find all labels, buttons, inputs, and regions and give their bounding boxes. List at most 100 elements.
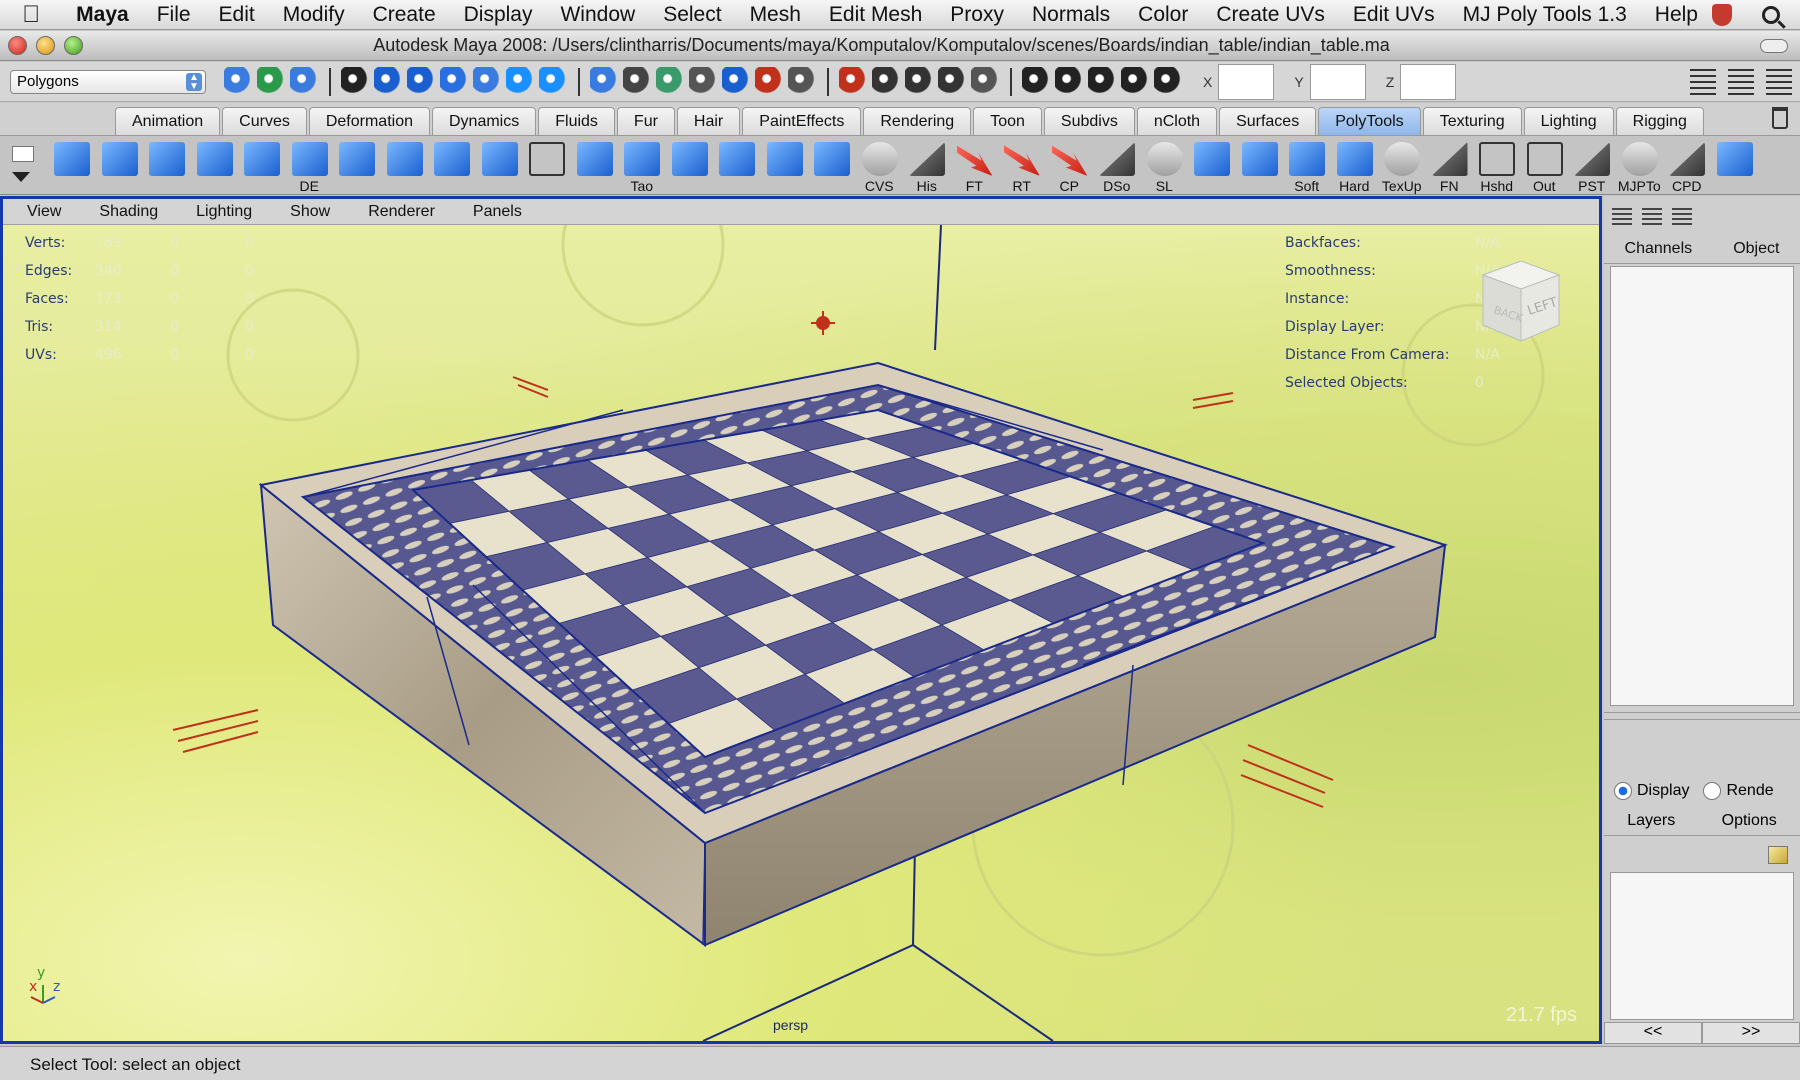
- highlight-selection-icon[interactable]: [623, 67, 652, 96]
- magnet-icon[interactable]: [938, 67, 967, 96]
- help-icon[interactable]: [539, 67, 568, 96]
- shelf-button-tool-25[interactable]: [1236, 138, 1284, 194]
- menu-edit-mesh[interactable]: Edit Mesh: [815, 3, 936, 27]
- object-menu[interactable]: Object: [1733, 240, 1779, 263]
- select-by-object-icon[interactable]: [257, 67, 286, 96]
- minimize-window-button[interactable]: [36, 36, 55, 55]
- shelf-tab-fluids[interactable]: Fluids: [538, 107, 615, 135]
- channels-menu[interactable]: Channels: [1625, 240, 1693, 263]
- channel-box-mode-icon[interactable]: [1612, 208, 1632, 228]
- apple-menu-icon[interactable]: : [0, 1, 62, 29]
- shelf-tab-surfaces[interactable]: Surfaces: [1219, 107, 1317, 135]
- menu-create[interactable]: Create: [359, 3, 450, 27]
- shelf-button-soft[interactable]: Soft: [1283, 138, 1331, 194]
- shelf-button-cpd[interactable]: CPD: [1663, 138, 1711, 194]
- shelf-button-tool-24[interactable]: [1188, 138, 1236, 194]
- panel-menu-lighting[interactable]: Lighting: [172, 203, 266, 221]
- shelf-button-rt[interactable]: RT: [998, 138, 1046, 194]
- channel-list[interactable]: [1610, 266, 1794, 706]
- perspective-viewport[interactable]: x y z Verts: 169 0 0 Edges: 340 0 0 Faces: 173 0 0 T…: [3, 225, 1599, 1041]
- panel-menu-show[interactable]: Show: [266, 203, 344, 221]
- render-globals-icon[interactable]: [1088, 67, 1117, 96]
- shelf-button-hard[interactable]: Hard: [1331, 138, 1379, 194]
- construction-history-icon[interactable]: [722, 67, 751, 96]
- panel-splitter[interactable]: [1604, 712, 1800, 720]
- panel-menu-panels[interactable]: Panels: [449, 203, 536, 221]
- menu-file[interactable]: File: [143, 3, 205, 27]
- shelf-button-cp[interactable]: CP: [1046, 138, 1094, 194]
- snap-grid-icon[interactable]: [374, 67, 403, 96]
- lock-selection-icon[interactable]: [341, 67, 370, 96]
- zoom-window-button[interactable]: [64, 36, 83, 55]
- shelf-button-tool-6[interactable]: [333, 138, 381, 194]
- shelf-tab-painteffects[interactable]: PaintEffects: [742, 107, 862, 135]
- render-sequence-icon[interactable]: [1022, 67, 1051, 96]
- shelf-tab-animation[interactable]: Animation: [115, 107, 221, 135]
- shelf-tab-deformation[interactable]: Deformation: [308, 107, 430, 135]
- shelf-button-tao[interactable]: Tao: [618, 138, 666, 194]
- shelf-button-tool-10[interactable]: [523, 138, 571, 194]
- menu-edit-uvs[interactable]: Edit UVs: [1339, 3, 1449, 27]
- new-layer-icon[interactable]: [1768, 846, 1788, 864]
- shelf-button-hshd[interactable]: Hshd: [1473, 138, 1521, 194]
- layer-list[interactable]: [1610, 872, 1794, 1020]
- snap-view-icon[interactable]: [473, 67, 502, 96]
- shelf-button-tool-0[interactable]: [48, 138, 96, 194]
- z-field[interactable]: [1400, 63, 1457, 100]
- shelf-tab-curves[interactable]: Curves: [222, 107, 307, 135]
- menu-normals[interactable]: Normals: [1018, 3, 1124, 27]
- options-menu[interactable]: Options: [1722, 812, 1777, 835]
- shelf-tab-ncloth[interactable]: nCloth: [1136, 107, 1218, 135]
- menu-maya[interactable]: Maya: [62, 3, 143, 27]
- panel-menu-view[interactable]: View: [3, 203, 75, 221]
- shelf-button-tool-9[interactable]: [476, 138, 524, 194]
- shelf-button-tool-8[interactable]: [428, 138, 476, 194]
- render-frame-icon[interactable]: [971, 67, 1000, 96]
- shelf-tab-rendering[interactable]: Rendering: [863, 107, 972, 135]
- shelf-button-tool-35[interactable]: [1711, 138, 1759, 194]
- render-settings-icon[interactable]: [839, 67, 868, 96]
- shelf-button-fn[interactable]: FN: [1426, 138, 1474, 194]
- shelf-tab-hair[interactable]: Hair: [676, 107, 741, 135]
- shelf-tab-dynamics[interactable]: Dynamics: [432, 107, 537, 135]
- nav-next-button[interactable]: >>: [1702, 1022, 1800, 1044]
- ipr-render-icon[interactable]: [1055, 67, 1084, 96]
- shelf-button-pst[interactable]: PST: [1568, 138, 1616, 194]
- display-layer-radio[interactable]: Display: [1614, 782, 1689, 800]
- nav-prev-button[interactable]: <<: [1604, 1022, 1702, 1044]
- shelf-tab-polytools[interactable]: PolyTools: [1318, 107, 1421, 135]
- shelf-button-ft[interactable]: FT: [951, 138, 999, 194]
- shelf-button-sl[interactable]: SL: [1141, 138, 1189, 194]
- close-window-button[interactable]: [8, 36, 27, 55]
- channel-layer-mode-icon[interactable]: [1672, 208, 1692, 228]
- shelf-button-cvs[interactable]: CVS: [856, 138, 904, 194]
- shelf-button-his[interactable]: His: [903, 138, 951, 194]
- shelf-button-tool-1[interactable]: [96, 138, 144, 194]
- panel-menu-renderer[interactable]: Renderer: [344, 203, 449, 221]
- menu-window[interactable]: Window: [546, 3, 649, 27]
- shelf-tab-fur[interactable]: Fur: [616, 107, 675, 135]
- channel-box-toggle-icon[interactable]: [1766, 68, 1792, 95]
- menu-display[interactable]: Display: [450, 3, 547, 27]
- shelf-tab-toon[interactable]: Toon: [973, 107, 1042, 135]
- menu-select[interactable]: Select: [649, 3, 735, 27]
- make-live-icon[interactable]: [506, 67, 535, 96]
- shelf-button-tool-11[interactable]: [571, 138, 619, 194]
- select-by-hierarchy-icon[interactable]: [224, 67, 253, 96]
- toolbar-toggle-button[interactable]: [1760, 38, 1788, 53]
- trash-icon[interactable]: [1772, 107, 1788, 129]
- menu-edit[interactable]: Edit: [205, 3, 269, 27]
- shelf-button-tool-2[interactable]: [143, 138, 191, 194]
- tool-settings-toggle-icon[interactable]: [1728, 68, 1754, 95]
- shelf-button-tool-4[interactable]: [238, 138, 286, 194]
- xform-icon[interactable]: [1154, 67, 1183, 96]
- menu-proxy[interactable]: Proxy: [936, 3, 1018, 27]
- attribute-editor-toggle-icon[interactable]: [1690, 68, 1716, 95]
- shelf-button-tool-3[interactable]: [191, 138, 239, 194]
- panel-menu-shading[interactable]: Shading: [75, 203, 172, 221]
- render-icon[interactable]: [755, 67, 784, 96]
- layers-menu[interactable]: Layers: [1627, 812, 1675, 835]
- select-by-component-icon[interactable]: [290, 67, 319, 96]
- shelf-button-out[interactable]: Out: [1521, 138, 1569, 194]
- shelf-button-tool-14[interactable]: [713, 138, 761, 194]
